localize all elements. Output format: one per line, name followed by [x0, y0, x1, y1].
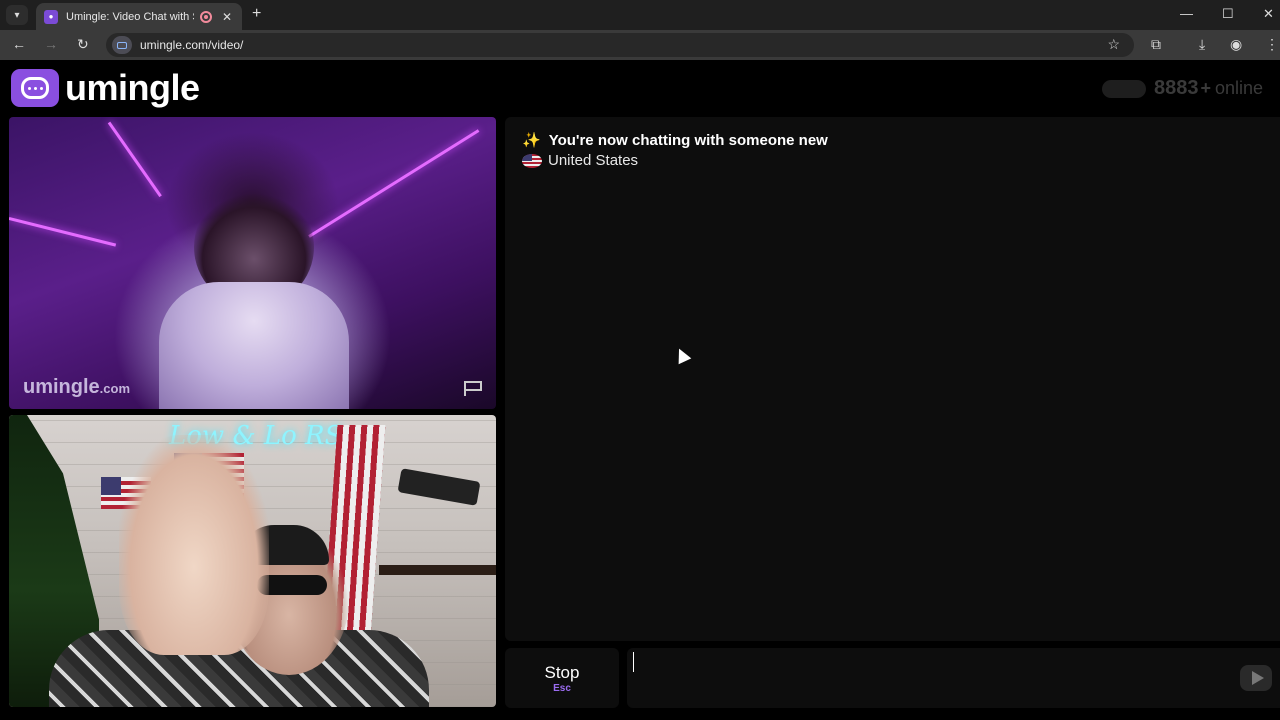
online-indicator: 8883 + online [1102, 77, 1263, 100]
online-toggle[interactable] [1102, 79, 1146, 98]
extensions-icon[interactable]: ⧉ [1151, 36, 1161, 53]
online-count: 8883 [1154, 77, 1199, 99]
text-caret [633, 652, 634, 672]
tab-close-button[interactable]: ✕ [222, 10, 232, 24]
reload-icon[interactable]: ↻ [77, 36, 89, 53]
send-arrow-icon [1251, 671, 1264, 685]
local-video: Low & Lo RS [9, 415, 496, 707]
led-strip [9, 217, 117, 247]
logo-text: umingle [65, 67, 200, 108]
us-flag-icon [522, 153, 542, 168]
back-icon[interactable]: ← [12, 36, 26, 52]
led-strip [308, 129, 480, 238]
menu-icon[interactable]: ⋮ [1265, 36, 1279, 53]
remote-video: umingle.com [9, 117, 496, 409]
address-bar[interactable]: umingle.com/video/ ☆ [106, 33, 1134, 57]
window-close-button[interactable]: ✕ [1263, 6, 1274, 22]
send-button[interactable] [1240, 665, 1272, 691]
sparkles-icon: ✨ [522, 132, 541, 149]
shelf [379, 565, 496, 575]
peace-sign-hand [119, 435, 269, 655]
message-input[interactable] [627, 648, 1280, 708]
favicon-icon: ● [44, 9, 58, 24]
remote-person-body [159, 282, 349, 409]
stop-shortcut: Esc [553, 682, 571, 694]
chat-panel[interactable]: ✨ You're now chatting with someone new Un… [505, 117, 1280, 641]
site-logo[interactable]: umingle [11, 67, 200, 109]
stop-label: Stop [544, 662, 580, 682]
browser-tabbar: ▾ ● Umingle: Video Chat with S ✕ + — ☐ ✕ [0, 0, 1280, 30]
forward-icon[interactable]: → [44, 36, 58, 52]
browser-toolbar: ← → ↻ umingle.com/video/ ☆ ⧉ ⤓ ◉ ⋮ [0, 30, 1280, 60]
chat-country: United States [522, 152, 638, 169]
bookmark-star-icon[interactable]: ☆ [1107, 36, 1120, 53]
tab-search-button[interactable]: ▾ [6, 5, 28, 25]
recording-icon [200, 10, 212, 23]
stop-button[interactable]: Stop Esc [505, 648, 619, 708]
profile-icon[interactable]: ◉ [1230, 36, 1242, 53]
page: umingle 8883 + online umingle.com Low & … [0, 60, 1280, 720]
maximize-button[interactable]: ☐ [1222, 6, 1234, 22]
site-info-icon[interactable] [112, 36, 132, 54]
report-flag-icon[interactable] [462, 379, 484, 397]
tab-title: Umingle: Video Chat with S [66, 10, 194, 23]
online-plus: + [1200, 78, 1212, 98]
online-label: online [1215, 78, 1264, 98]
minimize-button[interactable]: — [1180, 6, 1193, 21]
led-strip [107, 121, 162, 198]
chat-status-message: ✨ You're now chatting with someone new [522, 132, 828, 149]
url-text: umingle.com/video/ [140, 38, 244, 52]
video-watermark: umingle.com [23, 376, 131, 398]
download-icon[interactable]: ⤓ [1199, 36, 1205, 53]
new-tab-button[interactable]: + [252, 5, 261, 23]
chat-bubble-icon [11, 69, 59, 107]
browser-tab[interactable]: ● Umingle: Video Chat with S ✕ [36, 3, 242, 30]
